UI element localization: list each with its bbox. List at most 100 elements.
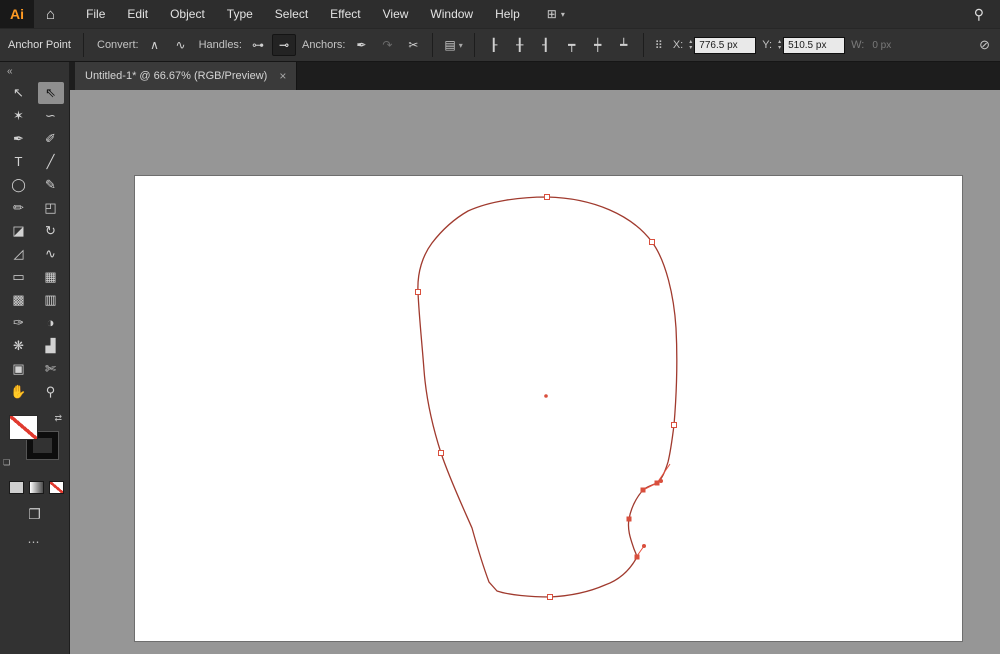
pencil-tool[interactable]: ✏ [6,197,32,219]
handle-end-dot[interactable] [642,544,646,548]
stepper-down-icon[interactable]: ▾ [689,45,692,51]
canvas-area[interactable] [70,90,1000,654]
y-label: Y: [762,39,773,51]
screen-mode-button[interactable]: ❐ [0,506,69,523]
stepper-down-icon[interactable]: ▾ [778,45,781,51]
align-horizontal-center-button[interactable]: ╂ [508,34,532,56]
gradient-tool[interactable]: ▥ [38,289,64,311]
menu-type[interactable]: Type [216,0,264,28]
convert-to-smooth-button[interactable]: ∿ [169,34,193,56]
document-tab[interactable]: Untitled-1* @ 66.67% (RGB/Preview) × [75,62,298,90]
more-tools-icon[interactable]: ⋯ [0,535,69,549]
artboard-tool[interactable]: ▣ [6,358,32,380]
direction-handle[interactable] [656,463,671,484]
selected-anchor-point[interactable] [640,487,646,493]
reference-point-icon[interactable]: ⠿ [655,39,663,52]
home-icon[interactable]: ⌂ [34,6,67,23]
fill-swatch[interactable] [9,415,38,440]
align-vertical-top-button[interactable]: ┯ [560,34,584,56]
line-segment-tool[interactable]: ╱ [38,151,64,173]
type-tool[interactable]: T [6,151,32,173]
align-vertical-center-button[interactable]: ┿ [586,34,610,56]
collapse-panel-icon[interactable]: « [7,66,13,77]
handles-button-group: ⊶ ⊸ [246,34,296,56]
default-fill-stroke-icon[interactable]: ❏ [3,458,10,467]
divider [473,33,475,57]
perspective-grid-tool[interactable]: ▦ [38,266,64,288]
magic-wand-tool[interactable]: ✶ [6,105,32,127]
column-graph-tool[interactable]: ▟ [38,335,64,357]
ellipse-tool[interactable]: ◯ [6,174,32,196]
menu-window[interactable]: Window [419,0,484,28]
shape-builder-tool[interactable]: ◰ [38,197,64,219]
width-tool[interactable]: ∿ [38,243,64,265]
y-input[interactable]: 510.5 px [783,36,846,54]
no-style-icon[interactable]: ⊘ [979,37,990,53]
selected-anchor-point[interactable] [626,516,632,522]
y-stepper[interactable]: ▴ ▾ [778,39,781,51]
menu-edit[interactable]: Edit [116,0,159,28]
cut-path-button[interactable]: ✂ [401,34,425,56]
lasso-tool[interactable]: ∽ [38,105,64,127]
x-input[interactable]: 776.5 px [694,36,757,54]
select-similar-button[interactable]: ▤ ▾ [440,38,466,52]
show-handles-button[interactable]: ⊶ [246,34,270,56]
rotate-tool[interactable]: ↻ [38,220,64,242]
paintbrush-tool[interactable]: ✎ [38,174,64,196]
menu-object[interactable]: Object [159,0,216,28]
hand-tool[interactable]: ✋ [6,381,32,403]
remove-anchor-button[interactable]: ✒ [349,34,373,56]
anchor-point[interactable] [438,450,444,456]
eraser-tool[interactable]: ◪ [6,220,32,242]
divider [642,33,644,57]
menu-effect[interactable]: Effect [319,0,371,28]
anchor-point[interactable] [415,289,421,295]
gradient-button[interactable] [29,481,44,494]
eyedropper-tool[interactable]: ✑ [6,312,32,334]
tool-grid: ↖ ⇖ ✶ ∽ ✒ ✐ T ╱ ◯ ✎ ✏ ◰ ◪ ↻ ◿ ∿ ▭ ▦ ▩ ▥ ✑ ◑ ❋ ▟ ▣ ✄ ✋ ⚲ [0,82,69,403]
mesh-tool[interactable]: ▩ [6,289,32,311]
menu-select[interactable]: Select [264,0,319,28]
search-icon[interactable]: ⚲ [974,6,984,23]
color-button[interactable] [9,481,24,494]
anchors-button-group: ✒ ↷ ✂ [349,34,425,56]
fill-stroke-widget: ⇄ ❏ [0,413,69,469]
workspace-switcher[interactable]: ⊞ ▾ [547,7,565,21]
anchor-point[interactable] [671,422,677,428]
illustrator-logo[interactable]: Ai [0,0,34,28]
x-stepper[interactable]: ▴ ▾ [689,39,692,51]
swap-fill-stroke-icon[interactable]: ⇄ [54,413,62,424]
selection-tool[interactable]: ↖ [6,82,32,104]
close-icon[interactable]: × [279,69,286,83]
pen-tool[interactable]: ✒ [6,128,32,150]
none-button[interactable] [49,481,64,494]
connect-anchors-button[interactable]: ↷ [375,34,399,56]
selected-anchor-point[interactable] [634,554,640,560]
anchor-point[interactable] [544,194,550,200]
zoom-tool[interactable]: ⚲ [38,381,64,403]
align-horizontal-right-button[interactable]: ┨ [534,34,558,56]
scale-tool[interactable]: ◿ [6,243,32,265]
symbol-sprayer-tool[interactable]: ❋ [6,335,32,357]
hide-handles-button[interactable]: ⊸ [272,34,296,56]
anchors-label: Anchors: [302,39,346,51]
convert-to-corner-button[interactable]: ∧ [143,34,167,56]
direct-selection-tool[interactable]: ⇖ [37,82,64,104]
selected-anchor-point[interactable] [654,480,660,486]
anchor-point[interactable] [547,594,553,600]
menu-help[interactable]: Help [484,0,531,28]
blend-tool[interactable]: ◑ [38,312,64,334]
menu-view[interactable]: View [372,0,420,28]
align-horizontal-left-button[interactable]: ┠ [482,34,506,56]
align-button-group: ┠ ╂ ┨ ┯ ┿ ┷ [482,34,636,56]
handle-end-dot[interactable] [659,479,663,483]
curvature-tool[interactable]: ✐ [38,128,64,150]
free-transform-tool[interactable]: ▭ [6,266,32,288]
artboard[interactable] [135,176,962,641]
divider [432,33,434,57]
menu-file[interactable]: File [75,0,116,28]
slice-tool[interactable]: ✄ [38,358,64,380]
anchor-point[interactable] [649,239,655,245]
document-tab-bar: Untitled-1* @ 66.67% (RGB/Preview) × [70,62,1000,90]
align-vertical-bottom-button[interactable]: ┷ [612,34,636,56]
